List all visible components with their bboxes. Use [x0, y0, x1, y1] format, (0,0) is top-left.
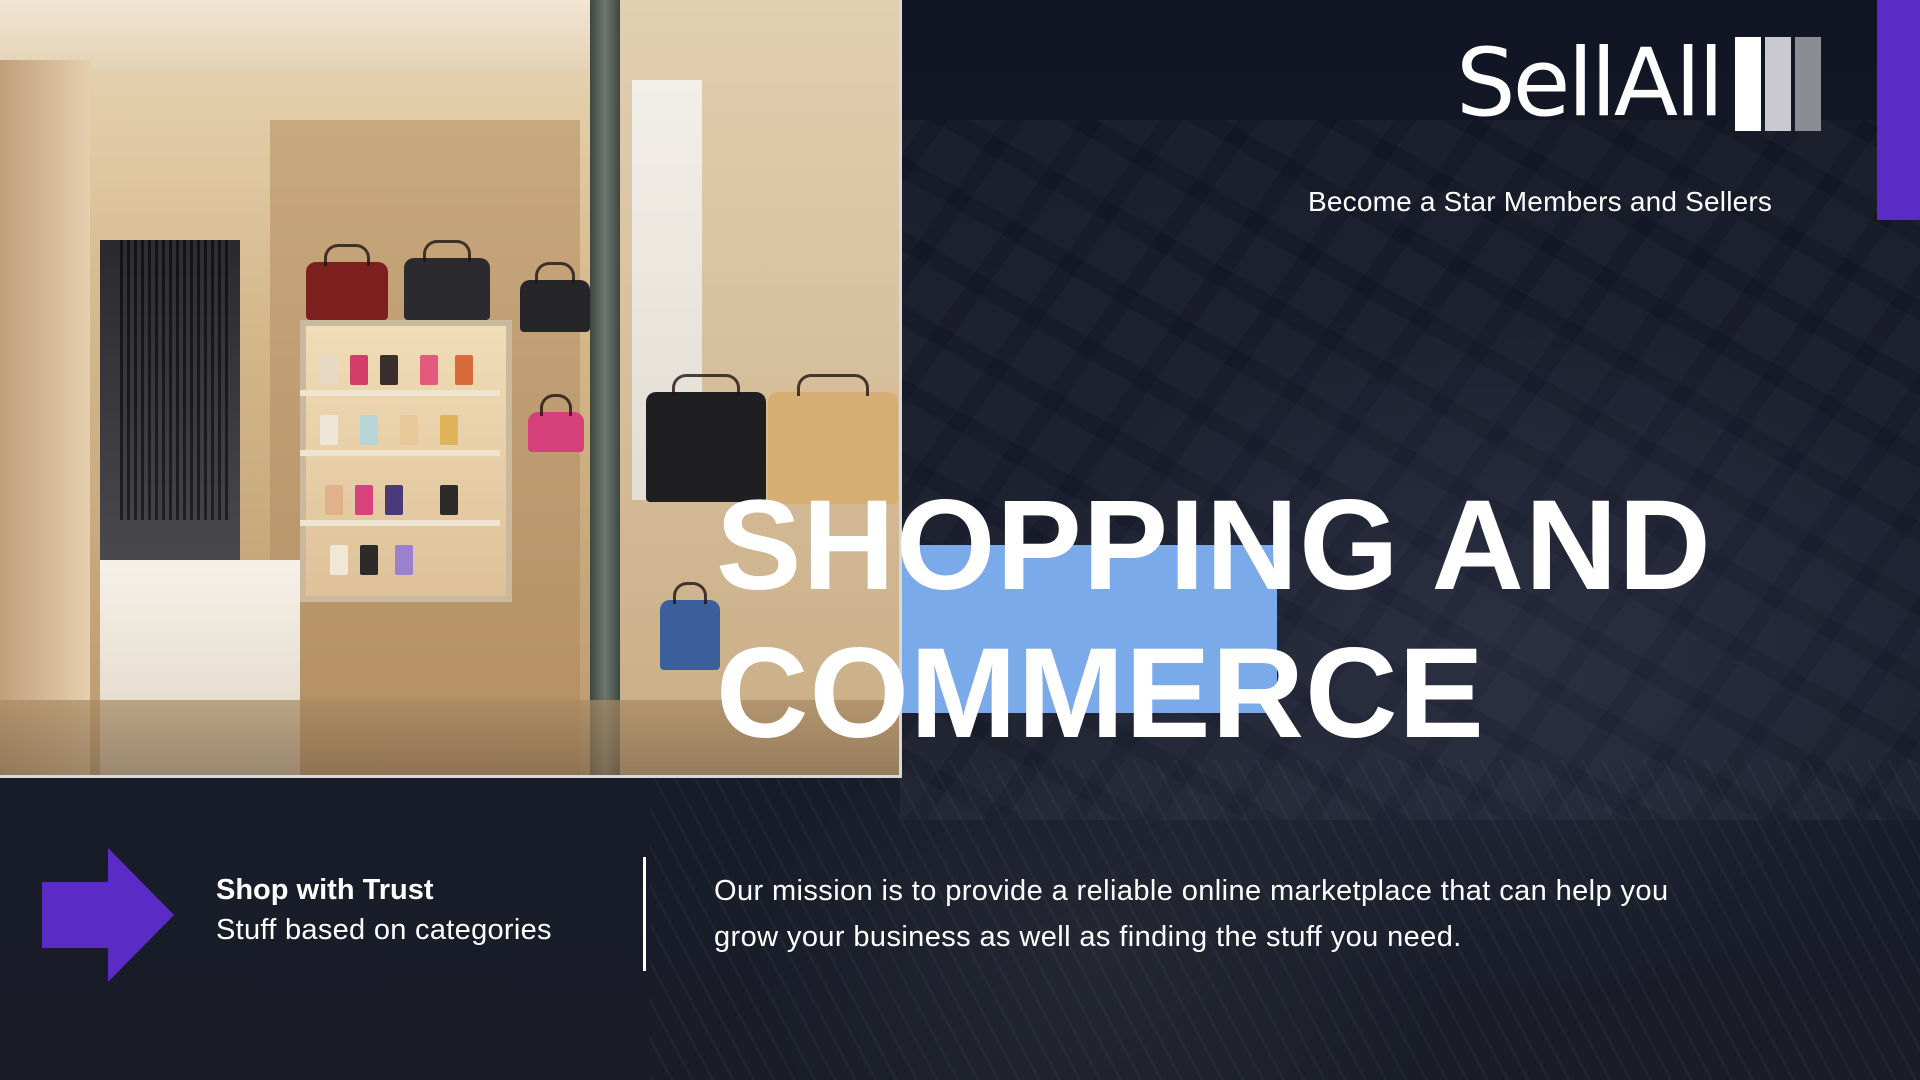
photo-wallet [420, 355, 438, 385]
tagline: Become a Star Members and Sellers [1308, 186, 1773, 217]
photo-shelf [300, 520, 500, 526]
photo-wallet [325, 485, 343, 515]
logo-bars-icon [1731, 37, 1822, 131]
headline: SHOPPING AND COMMERCE [716, 472, 1712, 768]
photo-handbag [528, 394, 584, 452]
logo-bar [1795, 37, 1822, 131]
photo-wallet [455, 355, 473, 385]
headline-line-2: COMMERCE [716, 622, 1485, 765]
photo-curtain [120, 240, 230, 520]
logo-wordmark: SellAll [1456, 29, 1724, 138]
photo-wallet [440, 485, 458, 515]
photo-shelf [300, 390, 500, 396]
brand-logo: SellAll [1456, 29, 1822, 138]
photo-wallet [360, 415, 378, 445]
photo-wallet [350, 355, 368, 385]
photo-shelf [300, 450, 500, 456]
photo-handbag [660, 582, 720, 670]
accent-strip [1877, 0, 1920, 220]
photo-left-wall [0, 60, 90, 775]
photo-wallet [400, 415, 418, 445]
photo-wallet [440, 415, 458, 445]
photo-wallet [385, 485, 403, 515]
photo-wallet [330, 545, 348, 575]
photo-wallet [320, 415, 338, 445]
vertical-divider [643, 857, 646, 971]
photo-handbag [404, 240, 490, 320]
photo-wallet [355, 485, 373, 515]
headline-line-1: SHOPPING AND [716, 474, 1712, 617]
arrow-right-icon [42, 848, 174, 982]
mission-statement: Our mission is to provide a reliable onl… [714, 875, 1669, 953]
photo-wallet [395, 545, 413, 575]
photo-handbag [520, 262, 590, 332]
feature-subtitle: Stuff based on categories [216, 914, 552, 946]
photo-column [590, 0, 620, 775]
photo-wallet [360, 545, 378, 575]
logo-bar [1735, 37, 1762, 131]
feature-title: Shop with Trust [216, 874, 434, 906]
logo-bar [1765, 37, 1792, 131]
photo-handbag [306, 244, 388, 320]
photo-wallet [320, 355, 338, 385]
photo-wallet [380, 355, 398, 385]
